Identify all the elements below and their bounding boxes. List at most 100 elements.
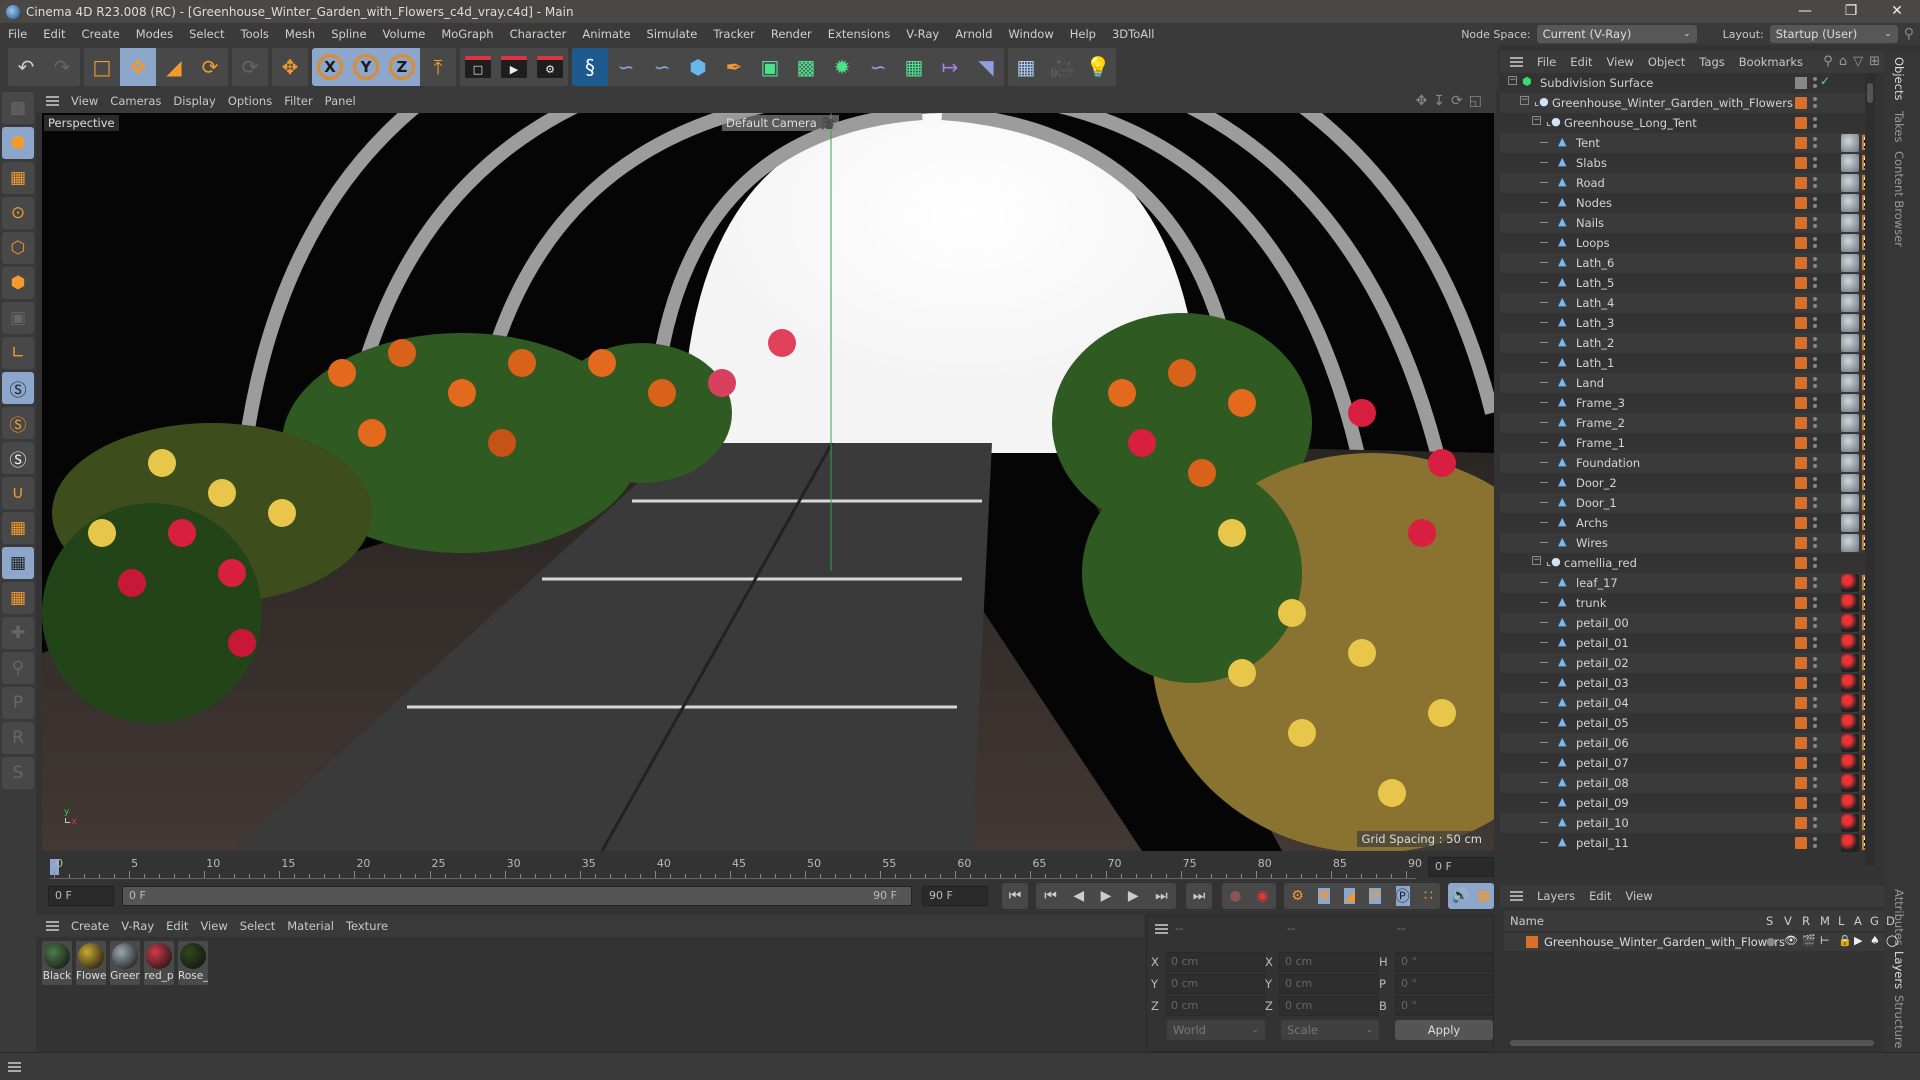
material-tag-icon[interactable] [1841,214,1859,232]
object-row[interactable]: ▲ leaf_17 [1500,573,1875,593]
tab-objects[interactable]: Objects [1892,57,1906,100]
menu-window[interactable]: Window [1000,27,1061,41]
visibility-dots[interactable] [1813,476,1817,490]
layer-color-swatch[interactable] [1795,477,1807,489]
mograph-icon[interactable]: ▦ [896,48,932,86]
mat-menu-material[interactable]: Material [287,919,334,933]
object-name[interactable]: petail_02 [1576,656,1629,670]
menu-3dtoall[interactable]: 3DToAll [1104,27,1163,41]
object-row[interactable]: − ⌞● Greenhouse_Winter_Garden_with_Flowers [1500,93,1872,113]
col-render[interactable]: R [1802,914,1810,928]
key-param-icon[interactable]: Ⓟ [1395,886,1410,906]
visibility-dots[interactable] [1813,556,1817,570]
next-key-icon[interactable]: ⏭ [1155,888,1168,904]
om-menu-tags[interactable]: Tags [1699,55,1724,69]
collapse-toggle[interactable]: − [1520,96,1529,105]
visibility-dots[interactable] [1813,156,1817,170]
object-name[interactable]: Lath_4 [1576,296,1614,310]
layer-color-swatch[interactable] [1795,457,1807,469]
rot-b-field[interactable]: 0 ° [1395,996,1493,1016]
visibility-dots[interactable] [1813,736,1817,750]
current-frame-field[interactable]: 0 F [1428,857,1494,877]
object-name[interactable]: Land [1576,376,1604,390]
object-row[interactable]: ▲ Tent [1500,133,1875,153]
menu-vray[interactable]: V-Ray [898,27,947,41]
key-position-icon[interactable]: ✥ [1318,888,1330,904]
object-name[interactable]: petail_05 [1576,716,1629,730]
undo-icon[interactable]: ↶ [8,48,44,86]
texture-mode-icon[interactable]: ▦ [2,162,34,194]
visibility-dots[interactable] [1813,136,1817,150]
visibility-dots[interactable] [1813,676,1817,690]
viewport-menu-cameras[interactable]: Cameras [110,94,161,108]
layer-color-swatch[interactable] [1795,397,1807,409]
object-row[interactable]: ▲ Lath_5 [1500,273,1875,293]
menu-select[interactable]: Select [181,27,232,41]
object-row[interactable]: ▲ petail_09 [1500,793,1875,813]
layer-name[interactable]: Greenhouse_Winter_Garden_with_Flowers [1544,935,1785,949]
visibility-dots[interactable] [1813,836,1817,850]
material-tag-icon[interactable] [1841,774,1859,792]
object-name[interactable]: Slabs [1576,156,1607,170]
menu-modes[interactable]: Modes [128,27,181,41]
visibility-dots[interactable] [1813,416,1817,430]
layer-color-swatch[interactable] [1795,577,1807,589]
uv-mode-icon[interactable]: ▣ [2,302,34,334]
visibility-dots[interactable] [1813,796,1817,810]
menu-create[interactable]: Create [74,27,128,41]
material-tag-icon[interactable] [1841,754,1859,772]
viewport-menu-display[interactable]: Display [173,94,215,108]
pos-y-field[interactable]: 0 cm [1165,974,1265,994]
menu-render[interactable]: Render [763,27,820,41]
layer-color-swatch[interactable] [1795,757,1807,769]
start-frame-field[interactable]: 0 F [48,886,114,906]
layer-menu-view[interactable]: View [1625,889,1652,903]
object-row[interactable]: ▲ Frame_3 [1500,393,1875,413]
camera-label[interactable]: Default Camera 🎥 [722,115,839,131]
key-pla-icon[interactable]: ∷ [1424,888,1433,904]
visibility-dots[interactable] [1813,356,1817,370]
record-key-icon[interactable]: ● [1229,888,1241,904]
timeline-icon[interactable]: ▦ [1477,888,1490,904]
filter-icon[interactable]: ▽ [1853,54,1863,69]
object-row[interactable]: ▲ Frame_2 [1500,413,1875,433]
axis-move-icon[interactable]: ✥ [272,48,308,86]
material-tag-icon[interactable] [1841,454,1859,472]
visibility-dots[interactable] [1813,276,1817,290]
material-tag-icon[interactable] [1841,374,1859,392]
workplane-align-icon[interactable]: ▦ [2,582,34,614]
col-animation[interactable]: A [1854,914,1862,928]
lock-icon[interactable]: 🔒 [1838,934,1852,947]
object-row[interactable]: ▲ petail_03 [1500,673,1875,693]
visibility-dots[interactable] [1813,436,1817,450]
y-axis-lock-icon[interactable]: Y [348,48,384,86]
visible-icon[interactable]: 👁 [1784,934,1798,947]
layer-color-swatch[interactable] [1795,277,1807,289]
om-menu-object[interactable]: Object [1648,55,1685,69]
layer-color-swatch[interactable] [1795,157,1807,169]
object-row[interactable]: ▲ Wires [1500,533,1875,553]
material-tag-icon[interactable] [1841,734,1859,752]
render-settings-icon[interactable]: ⚙ [532,48,568,86]
visibility-dots[interactable] [1813,236,1817,250]
layer-row[interactable]: Greenhouse_Winter_Garden_with_Flowers ● … [1504,933,1898,951]
object-name[interactable]: petail_08 [1576,776,1629,790]
visibility-dots[interactable] [1813,256,1817,270]
menu-help[interactable]: Help [1062,27,1104,41]
key-scale-icon[interactable]: ◢ [1344,888,1356,904]
layer-color-swatch[interactable] [1795,537,1807,549]
vray-icon[interactable]: § [572,48,608,86]
visibility-dots[interactable] [1813,296,1817,310]
object-name[interactable]: camellia_red [1564,556,1637,570]
layer-color-swatch[interactable] [1795,597,1807,609]
col-name[interactable]: Name [1510,914,1544,928]
add-pin-icon[interactable]: ✚ [2,617,34,649]
python-icon[interactable]: ∽ [860,48,896,86]
hamburger-icon[interactable] [1510,891,1523,901]
camera-icon[interactable]: 🎥 [1044,48,1080,86]
tab-content-browser[interactable]: Content Browser [1892,151,1906,247]
material-swatch[interactable]: Black [42,941,72,985]
object-name[interactable]: petail_09 [1576,796,1629,810]
layer-color-swatch[interactable] [1795,777,1807,789]
layer-color-swatch[interactable] [1795,657,1807,669]
